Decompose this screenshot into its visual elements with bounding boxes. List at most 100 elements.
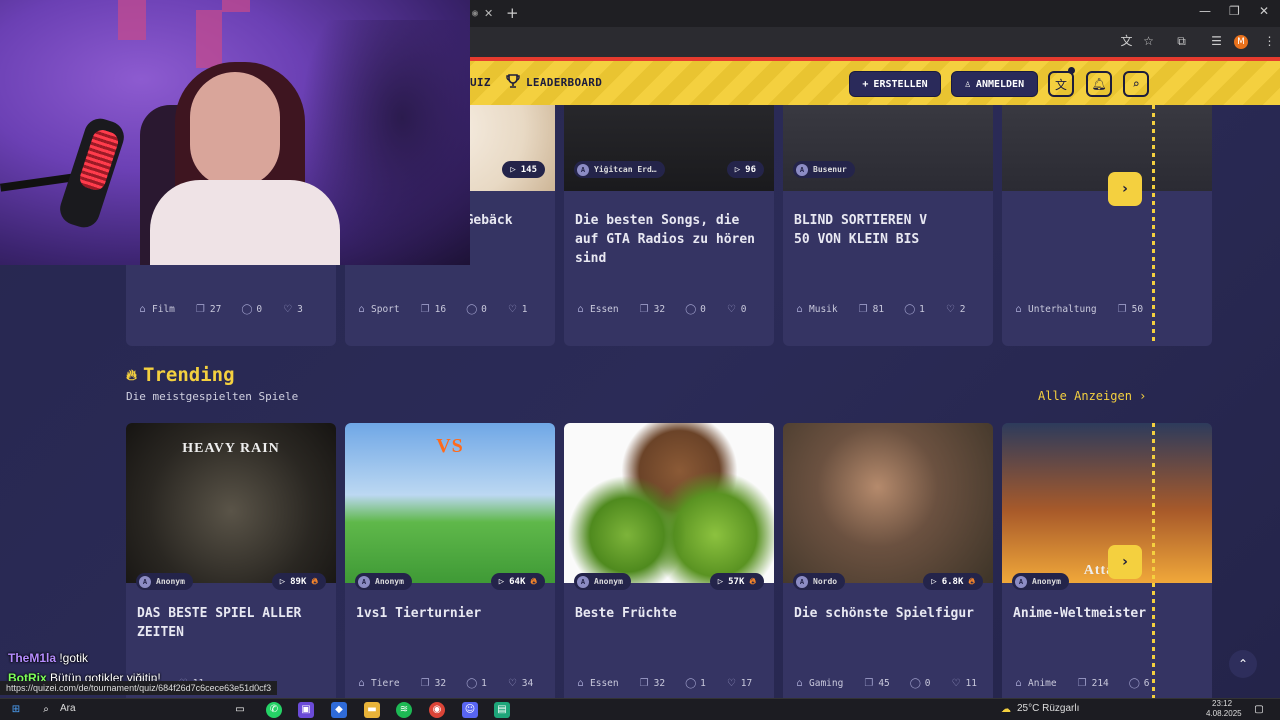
card-title[interactable]: 1vs1 Tierturnier <box>356 604 548 623</box>
tab-audio-icon: ◉ <box>472 8 479 19</box>
heart-icon[interactable]: ♡ <box>726 678 737 689</box>
new-tab-button[interactable]: + <box>506 4 519 22</box>
spotify-icon[interactable]: ≋ <box>396 702 412 718</box>
author-chip[interactable]: A Anonym <box>1012 573 1069 590</box>
comment-count: 1 <box>919 304 925 315</box>
question-count: 16 <box>434 304 447 315</box>
card-thumbnail <box>564 105 774 191</box>
question-count: 50 <box>1131 304 1144 315</box>
card-title[interactable]: Die schönste Spielfigur <box>794 604 986 623</box>
heart-icon[interactable]: ♡ <box>282 304 293 315</box>
trending-subtitle: Die meistgespielten Spiele <box>126 390 299 403</box>
app-icon[interactable]: ▤ <box>494 702 510 718</box>
trending-card[interactable]: VS A Anonym ▷ 64K 🔥︎ 1vs1 Tierturnier ⌂ Tiere ❐ 32… <box>345 423 555 698</box>
login-button[interactable]: ♙ ANMELDEN <box>951 71 1038 97</box>
card-title[interactable]: Die besten Songs, die auf GTA Radios zu h… <box>575 211 767 268</box>
clock-time[interactable]: 23:12 <box>1212 699 1232 708</box>
windows-start-icon[interactable]: ⊞ <box>8 702 24 718</box>
author-chip[interactable]: A Anonym <box>136 573 193 590</box>
discord-icon[interactable]: ☺ <box>462 702 478 718</box>
flame-icon: 🔥︎ <box>311 576 318 587</box>
task-view-icon[interactable]: ▭ <box>232 702 248 718</box>
quiz-card[interactable]: A Busenur BLIND SORTIEREN V 50 VON KLEIN BI… <box>783 105 993 346</box>
play-count: 145 <box>520 164 537 175</box>
card-title-line: Beste Früchte <box>575 606 677 621</box>
comment-icon: ◯ <box>466 678 478 689</box>
app-icon[interactable]: ▣ <box>298 702 314 718</box>
author-chip[interactable]: A Busenur <box>793 161 855 178</box>
card-title[interactable]: BLIND SORTIEREN V 50 VON KLEIN BIS <box>794 211 986 249</box>
see-all-link[interactable]: Alle Anzeigen › <box>1038 389 1146 403</box>
clock-date[interactable]: 4.08.2025 <box>1206 709 1242 718</box>
row1-next-arrow[interactable]: › <box>1108 172 1142 206</box>
heart-icon[interactable]: ♡ <box>726 304 737 315</box>
heart-icon[interactable]: ♡ <box>945 304 956 315</box>
weather-text[interactable]: 25°C Rüzgarlı <box>1017 703 1079 714</box>
card-category: Gaming <box>809 678 844 689</box>
card-title[interactable]: Beste Früchte <box>575 604 767 623</box>
card-meta: ⌂ Essen ❐ 32 ◯ 0 ♡ 0 <box>575 304 766 315</box>
card-meta: ⌂ Sport ❐ 16 ◯ 0 ♡ 1 <box>356 304 547 315</box>
comment-icon: ◯ <box>466 304 478 315</box>
flame-icon: 🔥︎ <box>126 366 138 384</box>
create-button[interactable]: + ERSTELLEN <box>849 71 941 97</box>
questions-icon: ❐ <box>1117 304 1127 315</box>
trending-card[interactable]: Attack A Anonym Anime-Weltmeister ⌂ Anime ❐ 214… <box>1002 423 1212 698</box>
notification-center-icon[interactable]: ▢ <box>1251 702 1267 718</box>
comment-count: 0 <box>256 304 263 315</box>
tab-close-icon[interactable]: ✕ <box>484 7 493 20</box>
author-name: Anonym <box>1032 577 1061 586</box>
quiz-card[interactable]: A Yiğitcan Erd… ▷ 96 Die besten Songs, die au… <box>564 105 774 346</box>
notifications-button[interactable]: 🔔︎ <box>1086 71 1112 97</box>
restore-icon[interactable]: ❐ <box>1229 4 1240 18</box>
create-button-label: ERSTELLEN <box>873 78 928 90</box>
card-title[interactable]: Anime-Weltmeister <box>1013 604 1205 623</box>
chrome-icon[interactable]: ◉ <box>429 702 445 718</box>
author-chip[interactable]: A Anonym <box>574 573 631 590</box>
profile-avatar[interactable]: M <box>1234 35 1248 49</box>
minimize-icon[interactable]: — <box>1199 4 1211 18</box>
card-meta: ⌂ Tiere ❐ 32 ◯ 1 ♡ 34 <box>356 678 547 689</box>
file-explorer-icon[interactable]: ▬ <box>364 702 380 718</box>
trending-card[interactable]: A Nordo ▷ 6.8K 🔥︎ Die schönste Spielfigur ⌂ Gam… <box>783 423 993 698</box>
taskbar-search-label[interactable]: Ara <box>60 703 76 714</box>
weather-icon[interactable]: ☁ <box>998 702 1014 718</box>
heart-icon[interactable]: ♡ <box>507 304 518 315</box>
thumbnail-caption: VS <box>436 435 464 457</box>
trending-next-arrow[interactable]: › <box>1108 545 1142 579</box>
card-title[interactable]: DAS BESTE SPIEL ALLER ZEITEN <box>137 604 329 642</box>
copilot-icon[interactable]: ◆ <box>331 702 347 718</box>
tag-icon: ⌂ <box>577 678 584 689</box>
translate-icon[interactable]: 文 <box>1119 34 1134 49</box>
author-chip[interactable]: A Yiğitcan Erd… <box>574 161 665 178</box>
wall-poster <box>118 0 146 40</box>
card-thumbnail <box>564 423 774 583</box>
author-chip[interactable]: A Nordo <box>793 573 846 590</box>
nav-leaderboard-link[interactable]: LEADERBOARD <box>526 76 602 89</box>
comment-count: 0 <box>481 304 487 315</box>
scroll-to-top-button[interactable]: ⌃ <box>1229 650 1257 678</box>
search-button[interactable]: ⌕ <box>1123 71 1149 97</box>
menu-icon[interactable]: ⋮ <box>1262 34 1277 49</box>
author-chip[interactable]: A Anonym <box>355 573 412 590</box>
bookmark-star-icon[interactable]: ☆ <box>1141 34 1156 49</box>
card-title-line: Die besten Songs, die <box>575 213 740 228</box>
language-button[interactable]: 文 <box>1048 71 1074 97</box>
heart-icon[interactable]: ♡ <box>951 678 962 689</box>
close-window-icon[interactable]: ✕ <box>1259 4 1269 18</box>
whatsapp-icon[interactable]: ✆ <box>266 702 282 718</box>
card-title-line: Die schönste Spielfigur <box>794 606 975 621</box>
author-avatar: A <box>358 575 370 588</box>
card-meta: ⌂ Anime ❐ 214 ◯ 6 <box>1013 678 1204 689</box>
comment-count: 6 <box>1143 678 1150 689</box>
questions-icon: ❐ <box>639 678 649 689</box>
heart-icon[interactable]: ♡ <box>507 678 518 689</box>
trending-card[interactable]: A Anonym ▷ 57K 🔥︎ Beste Früchte ⌂ Essen ❐ 32 ◯ 1 ♡ 17 <box>564 423 774 698</box>
trending-card[interactable]: HEAVY RAIN A Anonym ▷ 89K 🔥︎ DAS BESTE SPIEL A… <box>126 423 336 698</box>
quiz-card[interactable]: ⌂ Unterhaltung ❐ 50 <box>1002 105 1212 346</box>
tab-search-icon[interactable]: ☰ <box>1209 34 1224 49</box>
nav-quiz-link[interactable]: UIZ <box>470 76 491 89</box>
notification-dot <box>1068 67 1075 74</box>
taskbar-search-icon[interactable]: ⌕ <box>38 702 54 718</box>
extensions-icon[interactable]: ⧉ <box>1174 34 1189 49</box>
